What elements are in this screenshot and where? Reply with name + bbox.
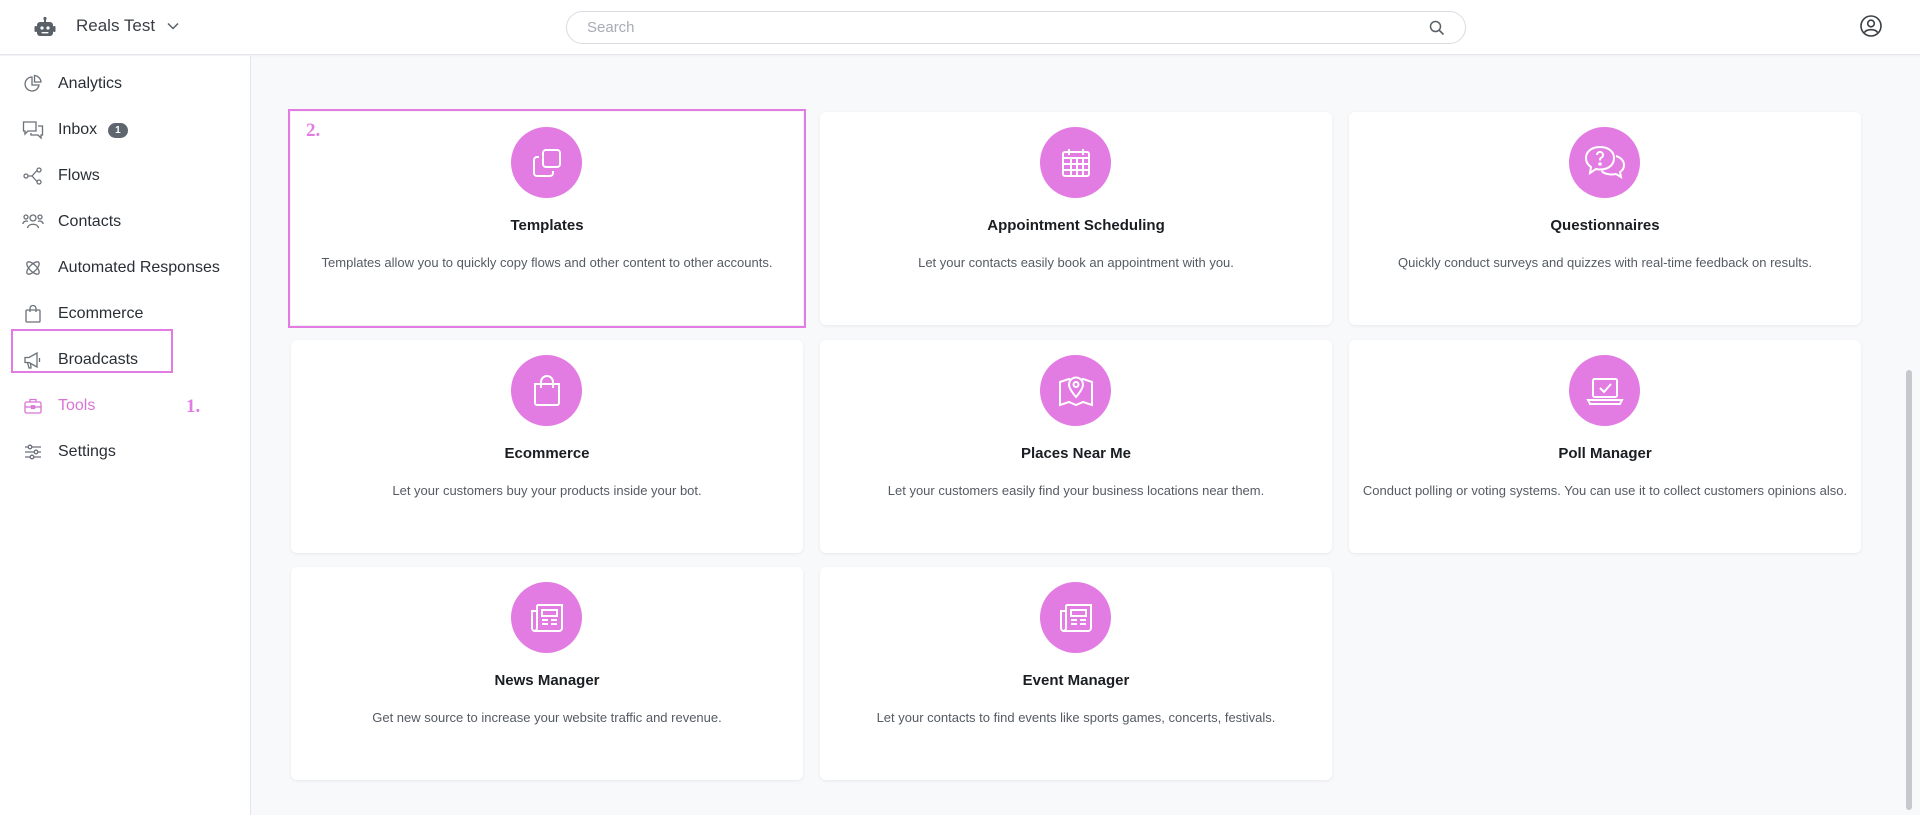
tool-card-places-near-me[interactable]: Places Near Me Let your customers easily… xyxy=(820,340,1332,553)
tool-card-appointment-scheduling[interactable]: Appointment Scheduling Let your contacts… xyxy=(820,112,1332,325)
sidebar-item-label: Automated Responses xyxy=(58,259,220,276)
user-account-icon[interactable] xyxy=(1859,14,1883,38)
step-1-label: 1. xyxy=(186,396,201,417)
newspaper-icon xyxy=(1059,603,1092,632)
tool-card-title: Questionnaires xyxy=(1550,217,1660,234)
tool-icon-circle xyxy=(1569,127,1640,198)
search-input[interactable] xyxy=(587,12,1407,43)
sidebar-item-label: Settings xyxy=(58,443,116,460)
tool-card-description: Conduct polling or voting systems. You c… xyxy=(1362,483,1848,498)
tool-card-title: News Manager xyxy=(494,672,600,689)
sidebar-item-label: Contacts xyxy=(58,213,122,230)
chevron-down-icon xyxy=(167,22,179,30)
workspace-name: Reals Test xyxy=(76,16,156,35)
sidebar-item-tools[interactable]: Tools xyxy=(22,390,95,422)
step-2-label: 2. xyxy=(306,120,321,141)
tool-card-description: Get new source to increase your website … xyxy=(372,710,722,725)
sidebar-item-label: Inbox xyxy=(58,121,98,138)
sliders-icon xyxy=(22,441,44,463)
tool-icon-circle xyxy=(511,127,582,198)
map-pin-icon xyxy=(1058,376,1093,406)
flow-nodes-icon xyxy=(22,165,44,187)
top-bar: Reals Test xyxy=(0,0,1920,55)
copy-icon xyxy=(532,148,561,177)
sidebar-item-settings[interactable]: Settings xyxy=(22,436,116,468)
sidebar: Analytics Inbox 1 Flows Contacts Automat… xyxy=(0,56,251,815)
people-icon xyxy=(22,211,44,233)
tool-card-title: Ecommerce xyxy=(504,445,590,462)
tool-card-templates[interactable]: Templates Templates allow you to quickly… xyxy=(288,109,806,328)
tool-card-poll-manager[interactable]: Poll Manager Conduct polling or voting s… xyxy=(1349,340,1861,553)
laptop-check-icon xyxy=(1585,377,1624,405)
atom-icon xyxy=(22,257,44,279)
tool-icon-circle xyxy=(1040,355,1111,426)
tool-card-questionnaires[interactable]: Questionnaires Quickly conduct surveys a… xyxy=(1349,112,1861,325)
sidebar-item-analytics[interactable]: Analytics xyxy=(22,68,122,100)
tool-card-description: Let your customers easily find your busi… xyxy=(887,483,1265,498)
tool-card-ecommerce[interactable]: Ecommerce Let your customers buy your pr… xyxy=(291,340,803,553)
tool-card-title: Places Near Me xyxy=(1020,445,1132,462)
sidebar-item-label: Ecommerce xyxy=(58,305,144,322)
sidebar-item-contacts[interactable]: Contacts xyxy=(22,206,121,238)
tool-card-title: Templates xyxy=(510,217,584,234)
tool-card-description: Let your contacts to find events like sp… xyxy=(876,710,1276,725)
search-box xyxy=(566,11,1466,44)
chart-pie-icon xyxy=(22,73,44,95)
shopping-bag-icon xyxy=(533,374,560,406)
sidebar-item-label: Analytics xyxy=(58,75,123,92)
toolbox-icon xyxy=(22,395,44,417)
newspaper-icon xyxy=(530,603,563,632)
tool-card-title: Event Manager xyxy=(1022,672,1130,689)
calendar-icon xyxy=(1061,148,1090,177)
sidebar-item-inbox[interactable]: Inbox 1 xyxy=(22,114,128,146)
sidebar-item-label: Tools xyxy=(58,397,96,414)
tool-card-news-manager[interactable]: News Manager Get new source to increase … xyxy=(291,567,803,780)
tool-icon-circle xyxy=(1040,127,1111,198)
bot-icon[interactable] xyxy=(33,16,57,40)
tool-card-description: Let your contacts easily book an appoint… xyxy=(918,255,1234,270)
chat-bubbles-icon xyxy=(22,119,44,141)
tool-icon-circle xyxy=(511,355,582,426)
tool-card-title: Poll Manager xyxy=(1558,445,1652,462)
tool-card-description: Let your customers buy your products ins… xyxy=(392,483,702,498)
sidebar-item-ecommerce[interactable]: Ecommerce xyxy=(22,298,143,330)
tool-card-description: Quickly conduct surveys and quizzes with… xyxy=(1397,255,1813,270)
scrollbar-thumb[interactable] xyxy=(1906,370,1912,810)
tool-card-description: Templates allow you to quickly copy flow… xyxy=(321,255,773,270)
tool-card-event-manager[interactable]: Event Manager Let your contacts to find … xyxy=(820,567,1332,780)
tool-icon-circle xyxy=(1569,355,1640,426)
tools-highlight-box xyxy=(11,329,173,373)
sidebar-item-automated-responses[interactable]: Automated Responses xyxy=(22,252,220,284)
tool-icon-circle xyxy=(1040,582,1111,653)
question-chat-icon xyxy=(1584,145,1625,179)
workspace-selector[interactable]: Reals Test xyxy=(76,16,179,36)
shopping-bag-icon xyxy=(22,303,44,325)
unread-badge: 1 xyxy=(108,122,128,138)
sidebar-item-label: Flows xyxy=(58,167,100,184)
sidebar-item-flows[interactable]: Flows xyxy=(22,160,100,192)
tool-card-title: Appointment Scheduling xyxy=(987,217,1165,234)
tool-icon-circle xyxy=(511,582,582,653)
search-icon[interactable] xyxy=(1429,20,1445,36)
